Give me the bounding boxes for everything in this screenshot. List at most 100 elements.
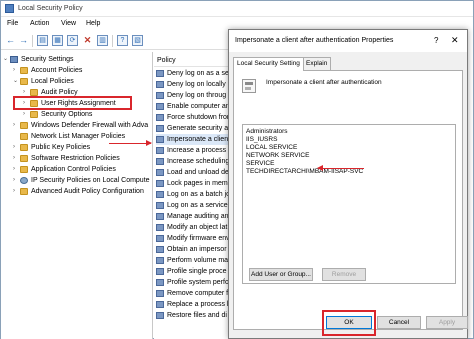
forward-arrow-icon[interactable]: →	[18, 35, 29, 46]
policy-icon	[156, 257, 164, 264]
policy-icon	[156, 136, 164, 143]
refresh-icon[interactable]: ⟳	[67, 35, 78, 46]
policy-icon	[156, 301, 164, 308]
toolbar: ← → ▤ ▦ ⟳ ✕ ▥ ? ▧	[1, 32, 231, 50]
account-entry[interactable]: NETWORK SERVICE	[246, 152, 309, 160]
policy-row[interactable]: Lock pages in mem	[156, 178, 234, 189]
action-pane-icon[interactable]: ▧	[132, 35, 143, 46]
show-hide-tree-icon[interactable]: ▤	[37, 35, 48, 46]
policy-row[interactable]: Deny log on as a ser	[156, 68, 234, 79]
export-list-icon[interactable]: ▥	[97, 35, 108, 46]
chevron-right-icon[interactable]: ›	[23, 109, 25, 120]
policy-row[interactable]: Deny log on locally	[156, 79, 234, 90]
policy-row[interactable]: Deny log on throug	[156, 90, 234, 101]
policy-row[interactable]: Log on as a batch jo	[156, 189, 234, 200]
chevron-right-icon[interactable]: ›	[13, 175, 15, 186]
tree-item-label: Software Restriction Policies	[31, 155, 120, 162]
policy-row[interactable]: Restore files and di	[156, 310, 234, 321]
policy-row[interactable]: Perform volume mai	[156, 255, 234, 266]
tree-item-label: Local Policies	[31, 78, 74, 85]
folder-icon	[20, 133, 28, 140]
delete-x-icon[interactable]: ✕	[82, 35, 93, 46]
user-rights-highlight	[13, 96, 132, 110]
policy-row[interactable]: Load and unload dev	[156, 167, 234, 178]
policy-icon	[156, 213, 164, 220]
chevron-down-icon[interactable]: ⌄	[13, 76, 18, 87]
menu-view[interactable]: View	[61, 20, 76, 27]
policy-row[interactable]: Obtain an impersor	[156, 244, 234, 255]
policy-row[interactable]: Generate security au	[156, 123, 234, 134]
accounts-listbox[interactable]: Administrators IIS_IUSRS LOCAL SERVICE NETW…	[242, 124, 456, 284]
policy-row[interactable]: Remove computer f	[156, 288, 234, 299]
tab-local-security-setting[interactable]: Local Security Setting	[233, 57, 304, 71]
policy-row[interactable]: Manage auditing an	[156, 211, 234, 222]
apply-button[interactable]: Apply	[426, 316, 468, 329]
remove-button[interactable]: Remove	[322, 268, 366, 281]
policy-icon	[156, 70, 164, 77]
policy-row[interactable]: Profile single proce	[156, 266, 234, 277]
policy-row-label: Deny log on throug	[167, 92, 227, 99]
account-entry[interactable]: Administrators	[246, 128, 288, 136]
policy-row[interactable]: Modify an object lat	[156, 222, 234, 233]
policy-row-label: Generate security au	[167, 125, 232, 132]
tree-item-label: Advanced Audit Policy Configuration	[31, 188, 144, 195]
policy-row-label: Log on as a batch jo	[167, 191, 231, 198]
policy-row[interactable]: Replace a process le	[156, 299, 234, 310]
chevron-right-icon[interactable]: ›	[13, 164, 15, 175]
policy-row-label: Profile system perfo	[167, 279, 229, 286]
account-entry[interactable]: LOCAL SERVICE	[246, 144, 297, 152]
policy-icon	[242, 79, 256, 93]
policy-row[interactable]: Impersonate a client	[156, 134, 234, 145]
menu-help[interactable]: Help	[86, 20, 100, 27]
chevron-down-icon[interactable]: ⌄	[3, 54, 8, 65]
properties-icon[interactable]: ▦	[52, 35, 63, 46]
policy-row-label: Replace a process le	[167, 301, 233, 308]
account-entry[interactable]: TECHDIRECTARCHI\MBAM-IISAP-SVC	[246, 168, 363, 176]
policy-row-label: Perform volume mai	[167, 257, 230, 264]
policy-row[interactable]: Increase a process w	[156, 145, 234, 156]
tab-explain[interactable]: Explain	[302, 57, 332, 70]
policy-row-label: Restore files and di	[167, 312, 227, 319]
chevron-right-icon[interactable]: ›	[13, 153, 15, 164]
policy-row[interactable]: Profile system perfo	[156, 277, 234, 288]
policy-column-header[interactable]: Policy	[154, 55, 234, 67]
help-icon[interactable]: ?	[117, 35, 128, 46]
add-user-or-group-button[interactable]: Add User or Group...	[249, 268, 313, 281]
policy-row-label: Deny log on locally	[167, 81, 226, 88]
annotation-arrow-public-key	[109, 140, 152, 146]
cancel-button[interactable]: Cancel	[377, 316, 421, 329]
policy-row[interactable]: Enable computer an	[156, 101, 234, 112]
policy-row-label: Obtain an impersor	[167, 246, 227, 253]
policy-icon	[156, 202, 164, 209]
policy-row-label: Load and unload dev	[167, 169, 233, 176]
chevron-right-icon[interactable]: ›	[13, 186, 15, 197]
tree-item-label: Security Settings	[21, 56, 74, 63]
policy-list-pane: Policy Deny log on as a ser Deny log on l…	[154, 52, 234, 339]
annotation-arrow-account	[317, 165, 364, 171]
close-icon[interactable]: ✕	[451, 35, 459, 46]
chevron-right-icon[interactable]: ›	[13, 65, 15, 76]
menu-action[interactable]: Action	[30, 20, 49, 27]
gear-icon	[20, 177, 28, 184]
account-entry[interactable]: SERVICE	[246, 160, 274, 168]
chevron-right-icon[interactable]: ›	[13, 120, 15, 131]
tree-item-label: Public Key Policies	[31, 144, 91, 151]
policy-name: Impersonate a client after authenticatio…	[266, 79, 382, 86]
policy-row[interactable]: Modify firmware env	[156, 233, 234, 244]
policy-column-label: Policy	[157, 57, 176, 64]
policy-row[interactable]: Force shutdown fron	[156, 112, 234, 123]
policy-icon	[156, 268, 164, 275]
tree-item-label: IP Security Policies on Local Compute	[31, 177, 150, 184]
menu-file[interactable]: File	[7, 20, 18, 27]
chevron-right-icon[interactable]: ›	[13, 142, 15, 153]
window-title: Local Security Policy	[18, 5, 83, 12]
toolbar-separator	[32, 35, 33, 47]
account-entry[interactable]: IIS_IUSRS	[246, 136, 277, 144]
shield-icon	[10, 56, 18, 63]
policy-row[interactable]: Increase scheduling	[156, 156, 234, 167]
policy-row[interactable]: Log on as a service	[156, 200, 234, 211]
back-arrow-icon[interactable]: ←	[5, 35, 16, 46]
ok-button-highlight	[322, 310, 376, 336]
policy-icon	[156, 290, 164, 297]
help-question-icon[interactable]: ?	[434, 36, 438, 45]
